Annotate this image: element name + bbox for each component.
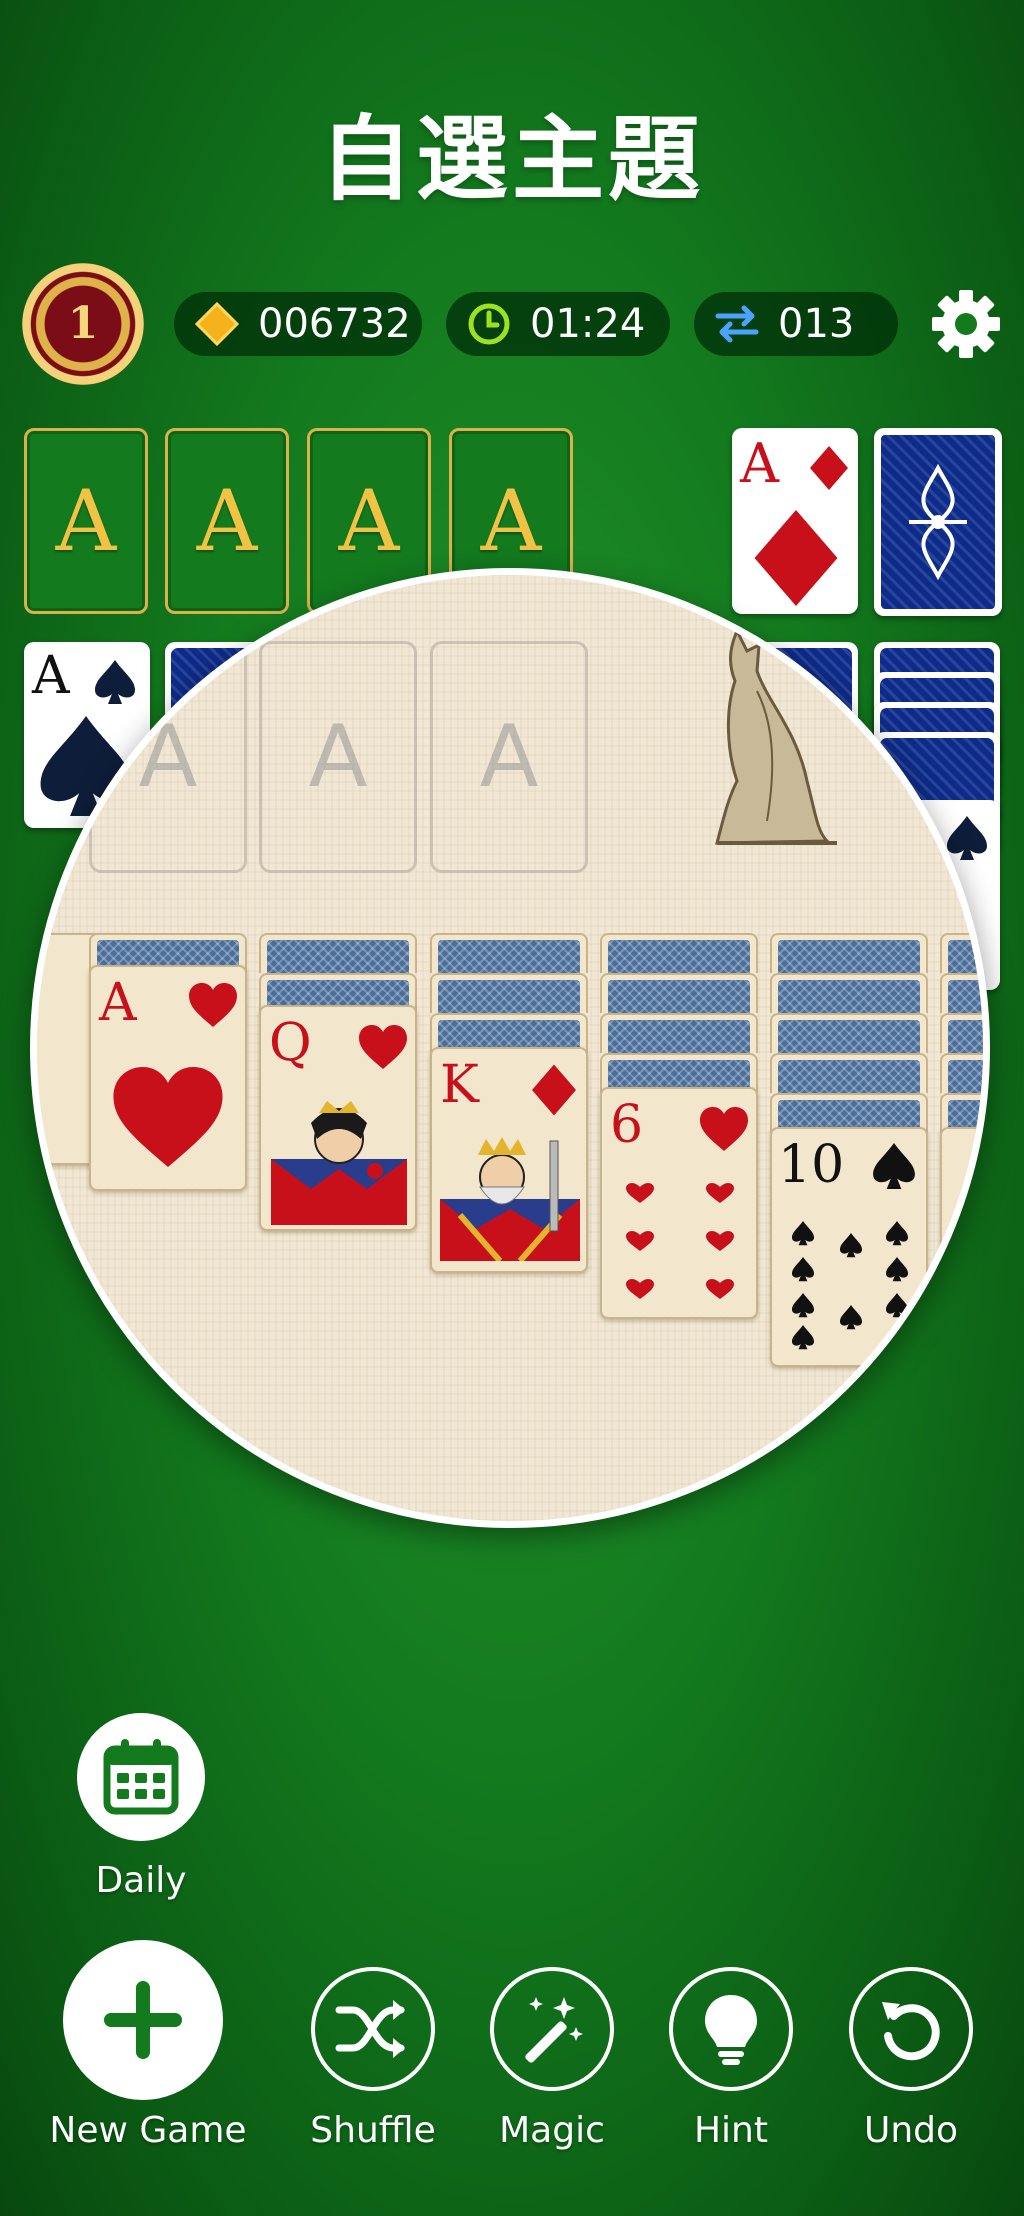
- waste-card[interactable]: A: [732, 428, 858, 614]
- heart-suit-icon: [189, 983, 237, 1027]
- undo-label: Undo: [863, 2110, 959, 2151]
- preview-card-back: [600, 1013, 758, 1053]
- settings-button[interactable]: [926, 284, 1006, 364]
- card-back-ornament-icon: [909, 463, 967, 581]
- hint-button[interactable]: [669, 1967, 793, 2091]
- preview-card: 10: [770, 1127, 928, 1367]
- preview-card-back: [430, 933, 588, 973]
- spade-suit-icon: [873, 1143, 915, 1189]
- coins-counter: 006732: [174, 292, 422, 356]
- preview-foundation-slot: A: [259, 641, 417, 873]
- coins-value: 006732: [258, 301, 411, 347]
- undo-button[interactable]: [849, 1967, 973, 2091]
- preview-foundation-slot: A: [89, 641, 247, 873]
- page-title: 自選主題: [319, 106, 704, 213]
- preview-card-back: [940, 973, 983, 1013]
- preview-card-back: [940, 933, 983, 973]
- heart-suit-icon: [700, 1107, 748, 1151]
- preview-card: A: [89, 965, 247, 1191]
- king-face-illustration: [440, 1137, 580, 1261]
- diamond-suit-icon: [810, 446, 848, 490]
- preview-card-back: [770, 1053, 928, 1093]
- shuffle-label: Shuffle: [310, 2110, 436, 2151]
- preview-foundation-slot: A: [430, 641, 588, 873]
- preview-card-back: [600, 933, 758, 973]
- preview-card-back: [600, 973, 758, 1013]
- calendar-icon: [103, 1739, 179, 1815]
- shuffle-button[interactable]: [311, 1967, 435, 2091]
- new-game-button[interactable]: [63, 1940, 223, 2100]
- preview-card: Q: [259, 1005, 417, 1231]
- preview-card-back: [770, 973, 928, 1013]
- daily-challenge-button[interactable]: [77, 1713, 205, 1841]
- new-game-label: New Game: [49, 2110, 247, 2151]
- daily-label: Daily: [95, 1860, 187, 1901]
- gem-icon: [192, 299, 242, 349]
- timer-value: 01:24: [530, 301, 646, 347]
- moves-arrows-icon: [712, 299, 762, 349]
- undo-icon: [882, 2002, 940, 2061]
- preview-card-back: [940, 1013, 983, 1053]
- preview-card-back: [259, 933, 417, 973]
- preview-card: [940, 1127, 983, 1367]
- magic-wand-icon: [525, 1997, 583, 2063]
- diamond-suit-icon: [532, 1064, 576, 1116]
- heart-suit-icon: [359, 1025, 407, 1069]
- heart-suit-icon: [113, 1067, 223, 1167]
- level-number: 1: [67, 298, 99, 349]
- preview-card-back: [770, 933, 928, 973]
- foundation-slot[interactable]: A: [165, 428, 289, 614]
- moves-value: 013: [778, 301, 855, 347]
- moves-counter: 013: [694, 292, 898, 356]
- six-hearts-pips: [626, 1183, 734, 1299]
- hint-label: Hint: [693, 2110, 768, 2151]
- preview-card: 6: [600, 1087, 758, 1319]
- preview-card-back: [430, 973, 588, 1013]
- preview-card-back: [940, 1053, 983, 1093]
- plus-icon: [104, 1981, 182, 2059]
- preview-card-back: [770, 1013, 928, 1053]
- spade-suit-icon: [947, 816, 987, 860]
- stock-pile[interactable]: [874, 428, 1002, 616]
- ten-spades-pips: [792, 1221, 908, 1350]
- magic-button[interactable]: [490, 1967, 614, 2091]
- theme-preview-magnifier: A A A A Q K 6 10: [30, 568, 990, 1528]
- lightbulb-icon: [705, 1995, 757, 2065]
- cat-statue-illustration: [715, 627, 837, 845]
- queen-face-illustration: [271, 1101, 407, 1225]
- diamond-suit-icon: [754, 510, 838, 606]
- foundation-slot[interactable]: A: [24, 428, 148, 614]
- timer: 01:24: [446, 292, 670, 356]
- gear-icon: [932, 290, 1000, 358]
- magic-label: Magic: [499, 2110, 605, 2151]
- clock-icon: [464, 299, 514, 349]
- shuffle-icon: [335, 2000, 405, 2058]
- preview-card: K: [430, 1047, 588, 1273]
